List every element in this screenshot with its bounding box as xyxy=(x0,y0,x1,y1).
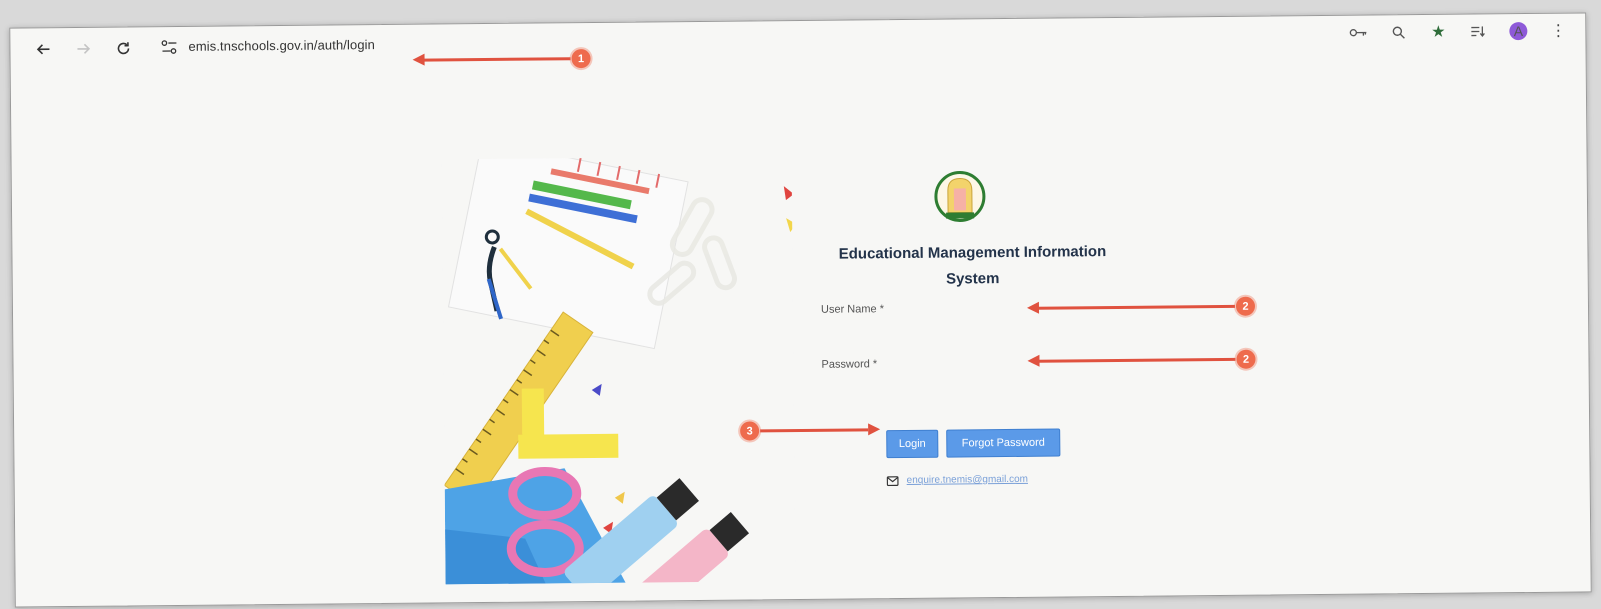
username-label: User Name * xyxy=(820,303,885,316)
password-key-icon[interactable] xyxy=(1349,24,1367,42)
forgot-password-button[interactable]: Forgot Password xyxy=(946,428,1061,458)
profile-avatar-icon[interactable]: A xyxy=(1509,22,1528,41)
reading-list-icon[interactable] xyxy=(1469,22,1487,40)
address-bar-url[interactable]: emis.tnschools.gov.in/auth/login xyxy=(188,37,375,54)
contact-email-link[interactable]: enquire.tnemis@gmail.com xyxy=(907,474,1028,486)
stationery-illustration xyxy=(441,156,796,585)
more-menu-icon[interactable]: ⋮ xyxy=(1549,22,1567,40)
browser-toolbar: emis.tnschools.gov.in/auth/login ★ A ⋮ xyxy=(10,13,1585,68)
title-line-2: System xyxy=(945,270,1000,288)
annotation-marker-1: 1 xyxy=(571,49,591,69)
page-title: Educational Management Information Syste… xyxy=(802,239,1142,294)
password-label: Password * xyxy=(821,358,878,371)
toolbar-right-icons: ★ A ⋮ xyxy=(1349,22,1567,42)
back-arrow-icon[interactable] xyxy=(32,38,54,60)
mail-icon xyxy=(886,475,899,486)
password-input[interactable] xyxy=(822,371,1022,395)
reload-icon[interactable] xyxy=(112,37,134,59)
tn-government-emblem xyxy=(934,170,986,222)
screenshot-page: emis.tnschools.gov.in/auth/login ★ A ⋮ E… xyxy=(9,12,1592,608)
annotation-arrowhead-3 xyxy=(868,423,881,436)
annotation-marker-2a: 2 xyxy=(1235,296,1256,316)
bookmark-star-icon[interactable]: ★ xyxy=(1429,23,1447,41)
forward-arrow-icon[interactable] xyxy=(72,38,94,60)
annotation-marker-2b: 2 xyxy=(1236,349,1256,369)
contact-email-row: enquire.tnemis@gmail.com xyxy=(886,474,1028,486)
title-line-1: Educational Management Information xyxy=(838,243,1107,263)
login-button[interactable]: Login xyxy=(886,429,939,459)
annotation-marker-3: 3 xyxy=(740,421,760,441)
site-settings-icon[interactable] xyxy=(160,39,178,55)
username-input[interactable] xyxy=(821,316,1021,340)
login-form: Educational Management Information Syste… xyxy=(802,153,1145,496)
zoom-icon[interactable] xyxy=(1389,23,1407,41)
